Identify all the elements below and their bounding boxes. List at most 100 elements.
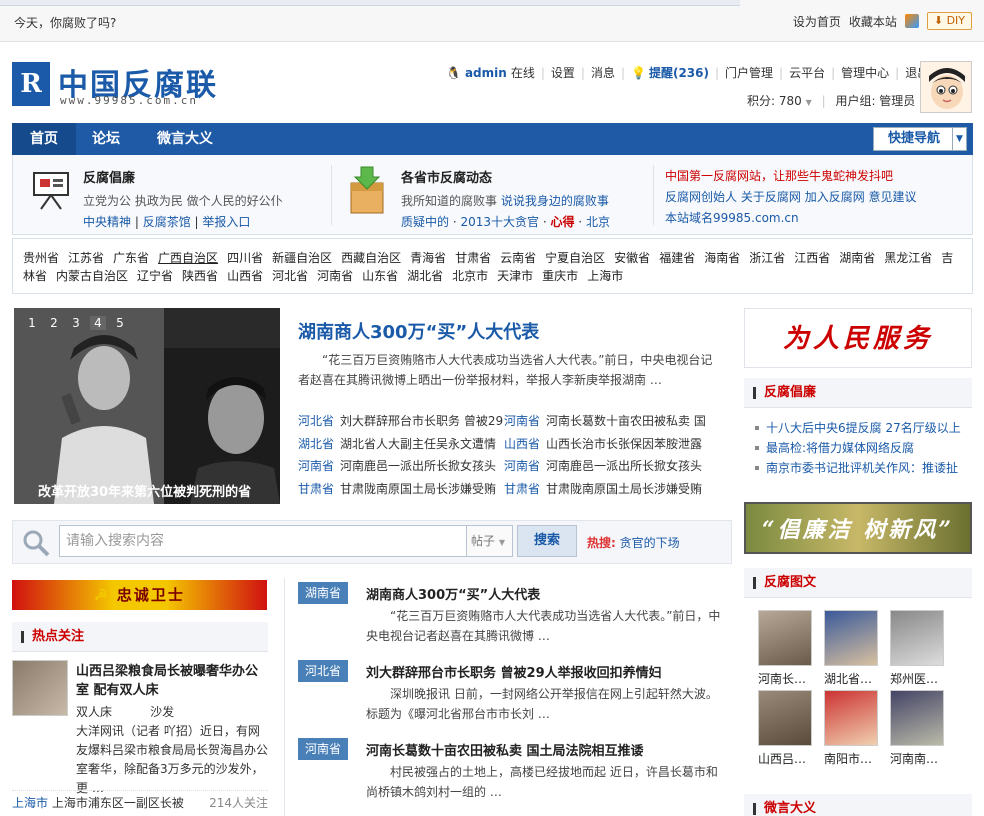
province-tag[interactable]: 甘肃省: [298, 482, 334, 496]
site-logo[interactable]: R 中国反腐联 www.99985.com.cn: [12, 60, 222, 110]
founder-link[interactable]: 反腐网创始人: [665, 190, 737, 204]
hot-search-term[interactable]: 贪官的下场: [620, 536, 680, 550]
slider-dot[interactable]: 4: [90, 316, 106, 330]
settings-link[interactable]: 设置: [551, 64, 575, 81]
photo-caption[interactable]: 郑州医…: [890, 670, 950, 687]
headline-link[interactable]: 河南鹿邑一派出所长掀女孩头: [546, 459, 702, 473]
nav-home[interactable]: 首页: [12, 123, 76, 155]
province-link[interactable]: 内蒙古自治区: [56, 269, 128, 283]
photo-caption[interactable]: 湖北省…: [824, 670, 884, 687]
photo-caption[interactable]: 南阳市…: [824, 750, 884, 767]
slider-caption[interactable]: 改革开放30年来第六位被判死刑的省: [14, 481, 280, 500]
province-link[interactable]: 福建省: [659, 251, 695, 265]
diy-button[interactable]: ⬇ DIY: [926, 12, 972, 30]
headline-slider[interactable]: 12345 改革开放30年来第六位被判死刑的省: [14, 308, 280, 504]
nav-forum[interactable]: 论坛: [76, 123, 136, 155]
band-col-2-title[interactable]: 各省市反腐动态: [401, 167, 610, 186]
report-entry-link[interactable]: 举报入口: [202, 215, 250, 229]
photo-thumbnail[interactable]: [758, 610, 812, 666]
province-link[interactable]: 安徽省: [614, 251, 650, 265]
cloud-platform-link[interactable]: 云平台: [789, 64, 825, 81]
article-province-tag[interactable]: 河北省: [298, 660, 348, 682]
search-input[interactable]: 请输入搜索内容: [59, 525, 467, 557]
points-display[interactable]: 积分: 780: [747, 94, 802, 108]
province-link[interactable]: 湖南省: [839, 251, 875, 265]
headline-link[interactable]: 甘肃陇南原国土局长涉嫌受贿: [340, 482, 496, 496]
province-link[interactable]: 新疆自治区: [272, 251, 332, 265]
portal-admin-link[interactable]: 门户管理: [725, 64, 773, 81]
province-link[interactable]: 湖北省: [407, 269, 443, 283]
remind-link[interactable]: 提醒(236): [649, 64, 709, 81]
admin-center-link[interactable]: 管理中心: [841, 64, 889, 81]
province-tag[interactable]: 河南省: [298, 459, 334, 473]
focus-title[interactable]: 山西吕梁粮食局长被曝奢华办公室 配有双人床: [76, 662, 260, 700]
tell-corruption-link[interactable]: 说说我身边的腐败事: [501, 194, 609, 208]
focus-footer-place[interactable]: 上海市: [12, 796, 48, 810]
headline-link[interactable]: 河南长葛数十亩农田被私卖 国: [546, 414, 706, 428]
province-link[interactable]: 四川省: [227, 251, 263, 265]
experience-link[interactable]: 心得: [550, 215, 574, 229]
province-link[interactable]: 上海市: [587, 269, 623, 283]
province-tag[interactable]: 山西省: [504, 437, 540, 451]
province-link[interactable]: 山西省: [227, 269, 263, 283]
slider-dot[interactable]: 3: [68, 316, 84, 330]
anticorruption-teahouse-link[interactable]: 反腐茶馆: [143, 215, 191, 229]
username-link[interactable]: admin: [465, 66, 507, 80]
list-item[interactable]: 最高检:将借力媒体网络反腐: [752, 438, 974, 458]
headline-link[interactable]: 刘大群辞邢台市长职务 曾被29: [340, 414, 503, 428]
province-link[interactable]: 江西省: [794, 251, 830, 265]
loyal-guard-banner[interactable]: ☭ 忠诚卫士: [12, 580, 267, 610]
serve-the-people-calligraphy[interactable]: 为人民服务: [744, 308, 972, 368]
province-link[interactable]: 青海省: [410, 251, 446, 265]
nav-weiyan[interactable]: 微言大义: [136, 123, 234, 155]
photo-thumbnail[interactable]: [824, 610, 878, 666]
list-item[interactable]: 南京市委书记批评机关作风：推诿扯: [752, 458, 974, 478]
province-tag[interactable]: 甘肃省: [504, 482, 540, 496]
slider-dot[interactable]: 2: [46, 316, 62, 330]
province-link[interactable]: 甘肃省: [455, 251, 491, 265]
slider-dot[interactable]: 5: [112, 316, 128, 330]
province-tag[interactable]: 河南省: [504, 459, 540, 473]
avatar[interactable]: [920, 61, 972, 113]
join-link[interactable]: 加入反腐网: [805, 190, 865, 204]
province-tag[interactable]: 河南省: [504, 414, 540, 428]
province-link[interactable]: 贵州省: [23, 251, 59, 265]
province-link[interactable]: 云南省: [500, 251, 536, 265]
province-link[interactable]: 天津市: [497, 269, 533, 283]
province-link[interactable]: 陕西省: [182, 269, 218, 283]
province-link[interactable]: 西藏自治区: [341, 251, 401, 265]
province-link[interactable]: 广东省: [113, 251, 149, 265]
about-link[interactable]: 关于反腐网: [741, 190, 801, 204]
province-link[interactable]: 海南省: [704, 251, 740, 265]
questioned-link[interactable]: 质疑中的: [401, 215, 449, 229]
headline-link[interactable]: 山西长治市长张保因苯胺泄露: [546, 437, 702, 451]
band-col-3-slogan[interactable]: 中国第一反腐网站，让那些牛鬼蛇神发抖吧: [665, 167, 917, 184]
province-link[interactable]: 北京市: [452, 269, 488, 283]
headline-link[interactable]: 甘肃陇南原国土局长涉嫌受贿: [546, 482, 702, 496]
province-link[interactable]: 辽宁省: [137, 269, 173, 283]
search-type-select[interactable]: 帖子 ▼: [467, 525, 513, 557]
photo-thumbnail[interactable]: [824, 690, 878, 746]
article-province-tag[interactable]: 河南省: [298, 738, 348, 760]
headline-link[interactable]: 河南鹿邑一派出所长掀女孩头: [340, 459, 496, 473]
headline-title[interactable]: 湖南商人300万“买”人大代表: [298, 318, 539, 344]
province-link[interactable]: 河北省: [272, 269, 308, 283]
caret-down-icon[interactable]: ▼: [806, 98, 812, 107]
article-province-tag[interactable]: 湖南省: [298, 582, 348, 604]
province-link[interactable]: 浙江省: [749, 251, 785, 265]
province-link[interactable]: 河南省: [317, 269, 353, 283]
photo-thumbnail[interactable]: [890, 690, 944, 746]
bookmark-link[interactable]: 收藏本站: [849, 13, 897, 30]
central-spirit-link[interactable]: 中央精神: [83, 215, 131, 229]
band-col-1-title[interactable]: 反腐倡廉: [83, 167, 283, 186]
photo-caption[interactable]: 河南南…: [890, 750, 950, 767]
domain-text[interactable]: 本站域名99985.com.cn: [665, 209, 917, 226]
clean-government-banner[interactable]: “倡廉洁 树新风”: [744, 502, 972, 554]
photo-caption[interactable]: 河南长…: [758, 670, 818, 687]
province-link[interactable]: 宁夏自治区: [545, 251, 605, 265]
messages-link[interactable]: 消息: [591, 64, 615, 81]
headline-link[interactable]: 湖北省人大副主任吴永文遭情: [340, 437, 496, 451]
province-link[interactable]: 江苏省: [68, 251, 104, 265]
beijing-link[interactable]: 北京: [586, 215, 610, 229]
province-link[interactable]: 重庆市: [542, 269, 578, 283]
